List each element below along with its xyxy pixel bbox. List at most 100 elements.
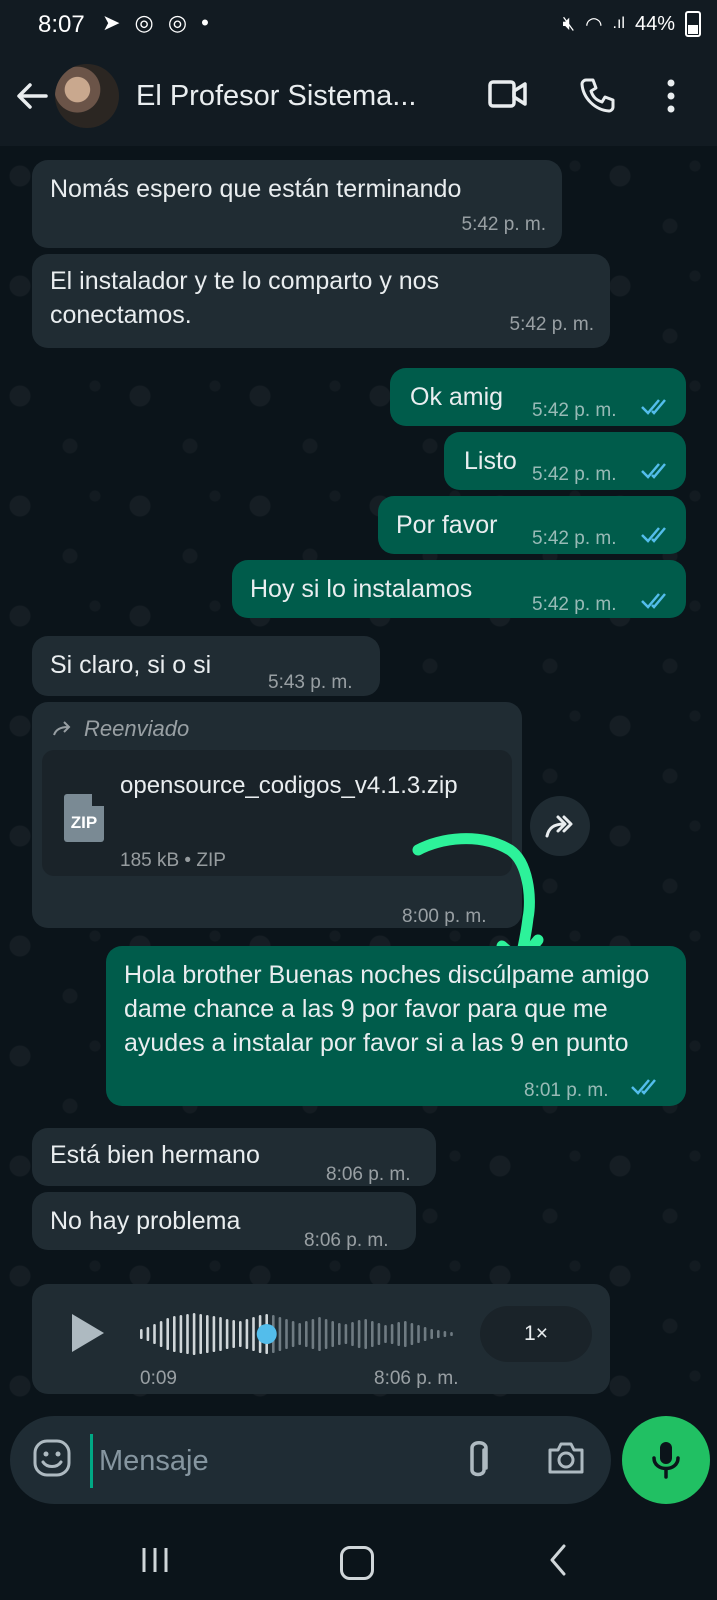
waveform-bar	[371, 1321, 374, 1347]
incoming-message[interactable]: No hay problema 8:06 p. m.	[32, 1192, 416, 1251]
message-input[interactable]	[90, 1434, 441, 1488]
play-icon[interactable]	[70, 1312, 106, 1354]
read-ticks-icon	[641, 593, 666, 609]
outgoing-message[interactable]: Hola brother Buenas noches discúlpame am…	[106, 946, 686, 1106]
message-text: Si claro, si o si	[50, 651, 212, 679]
waveform-bar	[146, 1327, 150, 1341]
voice-duration: 0:09	[140, 1368, 177, 1389]
wifi-icon: ◠	[585, 13, 603, 36]
waveform-bar	[232, 1320, 235, 1348]
waveform-bar	[318, 1317, 321, 1351]
waveform-bar	[192, 1313, 196, 1355]
message-time: 5:43 p. m.	[268, 672, 353, 693]
waveform-bar	[338, 1323, 341, 1345]
playback-scrubber[interactable]	[256, 1324, 277, 1344]
incoming-message[interactable]: El instalador y te lo comparto y nos con…	[32, 254, 610, 348]
waveform-bar	[410, 1323, 414, 1345]
waveform-bar	[298, 1323, 301, 1345]
message-text: El instalador y te lo comparto y nos con…	[50, 267, 440, 329]
message-text: Por favor	[396, 511, 498, 539]
outgoing-message[interactable]: Hoy si lo instalamos 5:42 p. m.	[232, 560, 686, 618]
file-meta: 185 kB • ZIP	[120, 850, 226, 871]
message-time: 5:42 p. m.	[532, 464, 617, 485]
waveform-bar	[437, 1330, 440, 1338]
phone-icon[interactable]	[578, 76, 616, 114]
waveform-bar	[351, 1322, 354, 1346]
waveform-bar	[357, 1320, 361, 1348]
home-icon[interactable]	[340, 1546, 374, 1580]
chat-area[interactable]: Nomás espero que están terminando 5:42 p…	[0, 146, 717, 1410]
battery-percent: 44%	[634, 12, 675, 35]
system-nav-bar	[0, 1520, 717, 1600]
waveform-bar	[344, 1324, 348, 1344]
waveform-bar	[159, 1321, 163, 1347]
message-text: Nomás espero que están terminando	[50, 175, 462, 203]
outgoing-message[interactable]: Ok amig 5:42 p. m.	[390, 368, 686, 426]
waveform-bar	[423, 1327, 427, 1341]
read-ticks-icon	[641, 527, 666, 543]
forwarded-text: Reenviado	[84, 716, 190, 741]
camera-icon[interactable]	[546, 1440, 586, 1476]
waveform-bar	[404, 1321, 407, 1347]
recent-apps-icon[interactable]	[140, 1546, 170, 1574]
waveform-bar	[212, 1316, 216, 1352]
avatar[interactable]	[55, 64, 119, 128]
nav-back-icon[interactable]	[548, 1544, 568, 1576]
mic-icon	[652, 1442, 680, 1479]
waveform-bar	[324, 1319, 328, 1349]
message-time: 5:42 p. m.	[509, 314, 595, 335]
waveform-bar	[245, 1319, 249, 1349]
waveform-bar	[153, 1324, 156, 1344]
chat-header: El Profesor Sistema...	[0, 50, 717, 146]
waveform-bar	[390, 1324, 394, 1344]
waveform-bar	[206, 1315, 209, 1353]
chat-title[interactable]: El Profesor Sistema...	[136, 80, 416, 113]
voice-message[interactable]: 1× 0:09 8:06 p. m.	[32, 1284, 610, 1394]
waveform-bar	[443, 1331, 447, 1337]
outgoing-message[interactable]: Por favor 5:42 p. m.	[378, 496, 686, 554]
message-time: 8:06 p. m.	[326, 1164, 411, 1185]
more-icon[interactable]	[666, 78, 676, 114]
waveform-bar	[179, 1315, 183, 1353]
message-time: 8:06 p. m.	[304, 1230, 389, 1251]
battery-icon	[685, 11, 701, 37]
emoji-icon[interactable]	[32, 1438, 72, 1478]
waveform-bar	[331, 1321, 334, 1347]
message-text: Está bien hermano	[50, 1141, 260, 1169]
waveform-bar	[384, 1325, 387, 1343]
incoming-message[interactable]: Si claro, si o si 5:43 p. m.	[32, 636, 380, 696]
message-text: Hoy si lo instalamos	[250, 575, 473, 603]
back-arrow-icon[interactable]	[14, 76, 50, 116]
waveform-bar	[225, 1319, 229, 1349]
message-time: 5:42 p. m.	[532, 528, 617, 549]
message-time: 5:42 p. m.	[532, 400, 617, 421]
waveform-bar	[166, 1318, 169, 1350]
waveform-bar	[140, 1329, 143, 1339]
mic-button[interactable]	[622, 1416, 710, 1504]
waveform-bar	[186, 1314, 189, 1354]
outgoing-message[interactable]: Listo 5:42 p. m.	[444, 432, 686, 490]
incoming-message[interactable]: Está bien hermano 8:06 p. m.	[32, 1128, 436, 1186]
waveform-bar	[173, 1316, 176, 1352]
waveform-bar	[417, 1325, 420, 1343]
zip-file-icon: ZIP	[64, 794, 104, 842]
waveform-bar	[377, 1323, 381, 1345]
video-call-icon[interactable]	[488, 79, 528, 109]
file-name: opensource_codigos_v4.1.3.zip	[120, 772, 458, 799]
waveform-bar	[219, 1317, 222, 1351]
attach-icon[interactable]	[464, 1438, 492, 1482]
waveform-bar	[364, 1319, 367, 1349]
message-text: No hay problema	[50, 1207, 241, 1235]
message-text: Hola brother Buenas noches discúlpame am…	[124, 961, 650, 1057]
waveform-bar	[239, 1321, 242, 1347]
system-icons: 🔇︎ ◠ .ıl 44%	[562, 11, 701, 37]
read-ticks-icon	[641, 463, 666, 479]
playback-speed-button[interactable]: 1×	[480, 1306, 592, 1362]
waveform[interactable]	[140, 1308, 470, 1360]
waveform-bar	[285, 1319, 288, 1349]
mute-icon: 🔇︎	[562, 12, 576, 35]
incoming-message[interactable]: Nomás espero que están terminando 5:42 p…	[32, 160, 562, 248]
status-time: 8:07	[38, 11, 85, 38]
waveform-bar	[311, 1319, 315, 1349]
waveform-bar	[305, 1321, 308, 1347]
